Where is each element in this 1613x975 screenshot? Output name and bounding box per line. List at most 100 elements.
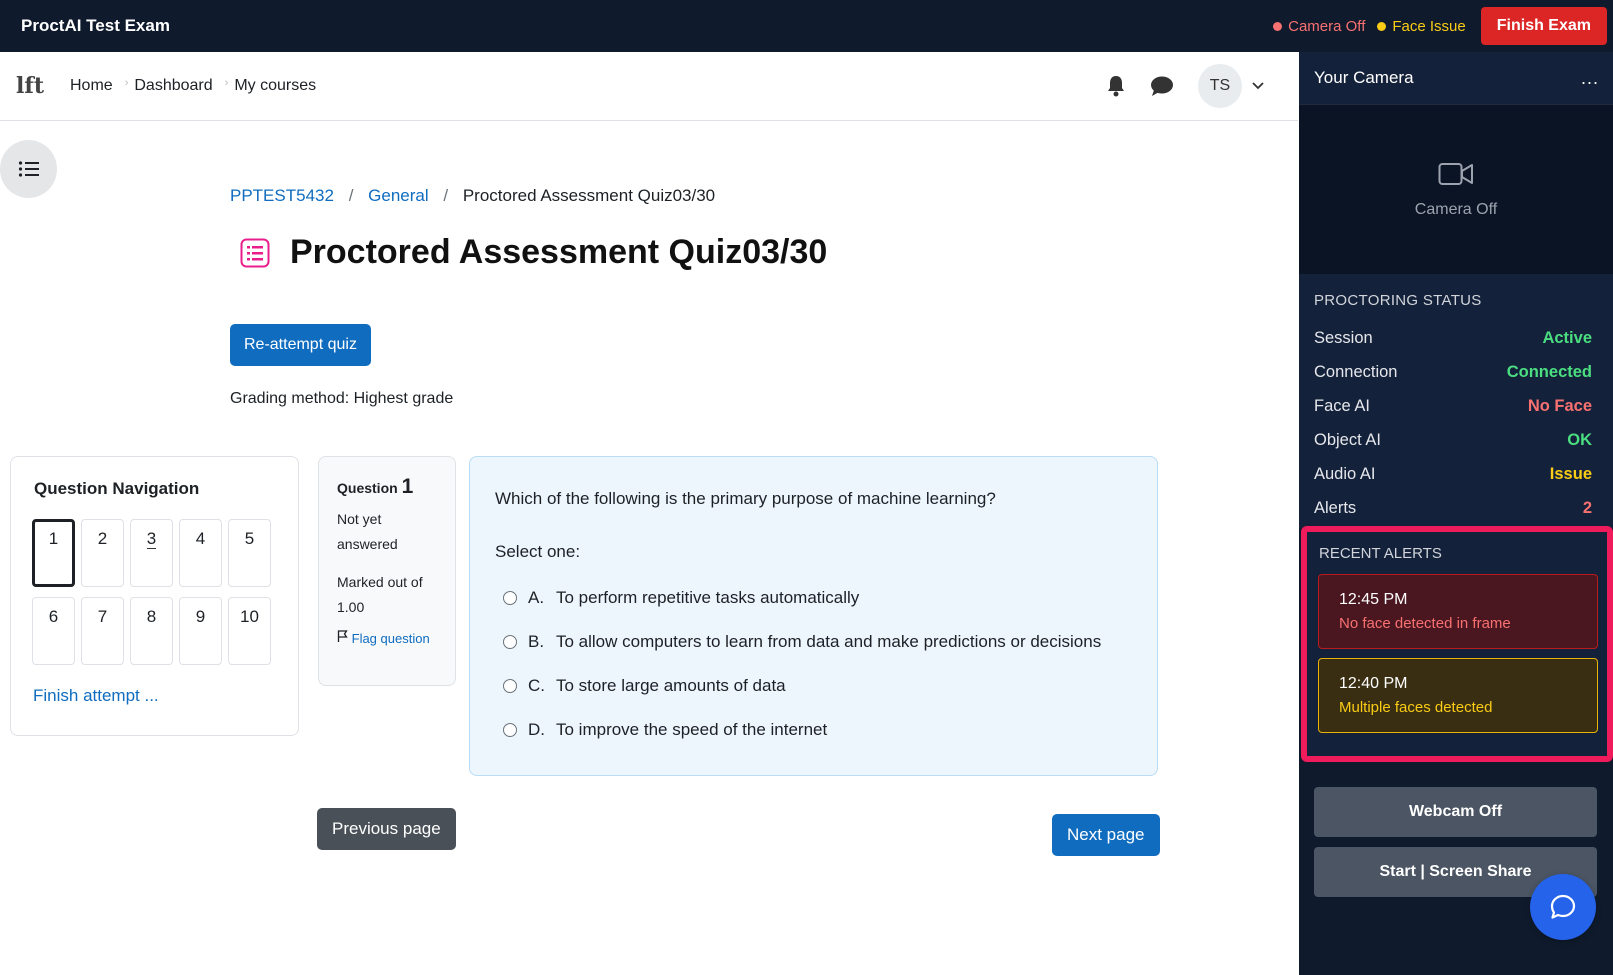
- question-number: 1: [401, 475, 414, 498]
- chevron-down-icon[interactable]: [1252, 82, 1264, 90]
- site-navbar: lft Home › Dashboard › My courses TS: [0, 52, 1298, 121]
- finish-exam-button[interactable]: Finish Exam: [1480, 7, 1607, 45]
- question-nav-number: 9: [195, 607, 206, 626]
- alert-item[interactable]: 12:45 PM No face detected in frame: [1318, 574, 1598, 649]
- answer-option-b[interactable]: B. To allow computers to learn from data…: [495, 620, 1157, 664]
- status-label: Object AI: [1314, 430, 1381, 449]
- camera-status-text: Camera Off: [1288, 17, 1366, 35]
- answer-option-c[interactable]: C. To store large amounts of data: [495, 664, 1157, 708]
- status-value: 2: [1582, 498, 1592, 517]
- question-nav-button[interactable]: 9: [179, 597, 222, 665]
- question-label: Question: [337, 480, 398, 496]
- question-navigation-panel: Question Navigation 1 2 3 4 5 6 7 8 9 10…: [10, 456, 299, 736]
- breadcrumb-course-link[interactable]: PPTEST5432: [230, 186, 334, 205]
- yellow-dot-icon: [1377, 21, 1387, 31]
- red-dot-icon: [1273, 21, 1283, 31]
- question-nav-button[interactable]: 8: [130, 597, 173, 665]
- breadcrumb-separator: /: [443, 186, 449, 205]
- primary-nav: Home › Dashboard › My courses: [70, 77, 322, 95]
- breadcrumb-current: Proctored Assessment Quiz03/30: [462, 186, 716, 205]
- question-nav-button[interactable]: 5: [228, 519, 271, 587]
- finish-attempt-link[interactable]: Finish attempt ...: [33, 686, 159, 706]
- question-navigation-title: Question Navigation: [34, 479, 200, 498]
- answer-letter: A.: [528, 588, 545, 607]
- answer-letter: C.: [528, 676, 545, 695]
- radio-button[interactable]: [503, 635, 517, 649]
- proctoring-status-panel: PROCTORING STATUS Session Active Connect…: [1299, 274, 1613, 528]
- radio-button[interactable]: [503, 679, 517, 693]
- answer-options: A. To perform repetitive tasks automatic…: [495, 576, 1157, 752]
- question-nav-button[interactable]: 10: [228, 597, 271, 665]
- answer-option-a[interactable]: A. To perform repetitive tasks automatic…: [495, 576, 1157, 620]
- more-options-icon[interactable]: ...: [1581, 68, 1599, 89]
- status-row-face-ai: Face AI No Face: [1314, 389, 1592, 423]
- nav-home-link[interactable]: Home: [70, 77, 113, 95]
- recent-alerts-panel: RECENT ALERTS 12:45 PM No face detected …: [1301, 526, 1613, 762]
- question-nav-number: 3: [146, 529, 157, 549]
- select-one-label: Select one:: [495, 542, 581, 561]
- question-nav-button[interactable]: 1: [32, 519, 75, 587]
- course-index-toggle[interactable]: [0, 140, 57, 198]
- breadcrumb-separator: /: [348, 186, 354, 205]
- question-nav-button[interactable]: 7: [81, 597, 124, 665]
- status-label: Face AI: [1314, 396, 1370, 415]
- previous-page-button[interactable]: Previous page: [317, 808, 456, 850]
- answer-text: To perform repetitive tasks automaticall…: [556, 588, 860, 607]
- site-logo[interactable]: lft: [16, 73, 46, 99]
- question-nav-button[interactable]: 4: [179, 519, 222, 587]
- chevron-right-icon: ›: [124, 77, 129, 89]
- breadcrumb-section-link[interactable]: General: [368, 186, 428, 205]
- question-nav-button[interactable]: 3: [130, 519, 173, 587]
- camera-preview: Camera Off: [1299, 105, 1613, 274]
- alert-item[interactable]: 12:40 PM Multiple faces detected: [1318, 658, 1598, 733]
- flag-question-label: Flag question: [351, 631, 430, 646]
- chat-launcher-button[interactable]: [1530, 874, 1596, 940]
- camera-title: Your Camera: [1314, 68, 1414, 87]
- question-nav-button[interactable]: 2: [81, 519, 124, 587]
- answer-option-d[interactable]: D. To improve the speed of the internet: [495, 708, 1157, 752]
- recent-alerts-title: RECENT ALERTS: [1319, 545, 1442, 562]
- flag-icon: [337, 630, 348, 642]
- answer-letter: B.: [528, 632, 545, 651]
- question-nav-number: 8: [146, 607, 157, 626]
- chat-icon: [1550, 894, 1576, 919]
- question-nav-number: 7: [97, 607, 108, 626]
- reattempt-quiz-button[interactable]: Re-attempt quiz: [230, 324, 371, 366]
- face-status-indicator: Face Issue: [1377, 17, 1466, 35]
- nav-my-courses-link[interactable]: My courses: [234, 77, 316, 95]
- page-header: Proctored Assessment Quiz03/30: [240, 233, 827, 272]
- question-nav-number: 4: [195, 529, 206, 548]
- radio-button[interactable]: [503, 723, 517, 737]
- status-row-session: Session Active: [1314, 321, 1592, 355]
- status-value: Active: [1542, 328, 1592, 347]
- camera-off-label: Camera Off: [1414, 200, 1498, 218]
- status-label: Alerts: [1314, 498, 1357, 517]
- question-nav-number: 1: [48, 529, 59, 548]
- question-content: Which of the following is the primary pu…: [469, 456, 1158, 776]
- grading-method-text: Grading method: Highest grade: [230, 390, 454, 407]
- list-icon: [18, 161, 39, 177]
- webcam-toggle-button[interactable]: Webcam Off: [1314, 787, 1597, 837]
- question-state: Not yet answered: [337, 507, 455, 557]
- quiz-icon: [240, 238, 270, 267]
- radio-button[interactable]: [503, 591, 517, 605]
- status-row-object-ai: Object AI OK: [1314, 423, 1592, 457]
- exam-topbar: ProctAI Test Exam Camera Off Face Issue …: [0, 0, 1613, 52]
- status-value: Connected: [1506, 362, 1592, 381]
- bell-icon[interactable]: [1106, 75, 1126, 97]
- nav-dashboard-link[interactable]: Dashboard: [134, 77, 212, 95]
- answer-letter: D.: [528, 720, 545, 739]
- exam-title: ProctAI Test Exam: [21, 16, 170, 35]
- question-nav-number: 2: [97, 529, 108, 548]
- next-page-button[interactable]: Next page: [1052, 814, 1160, 856]
- chevron-right-icon: ›: [224, 77, 229, 89]
- flag-question-link[interactable]: Flag question: [337, 630, 455, 646]
- topbar-status: Camera Off Face Issue: [1273, 18, 1481, 35]
- question-state-line1: Not yet: [337, 511, 382, 527]
- chat-bubble-icon[interactable]: [1150, 75, 1174, 97]
- question-text: Which of the following is the primary pu…: [495, 489, 996, 508]
- proctoring-status-title: PROCTORING STATUS: [1314, 292, 1482, 309]
- question-nav-button[interactable]: 6: [32, 597, 75, 665]
- face-status-text: Face Issue: [1392, 17, 1466, 35]
- avatar[interactable]: TS: [1198, 64, 1242, 108]
